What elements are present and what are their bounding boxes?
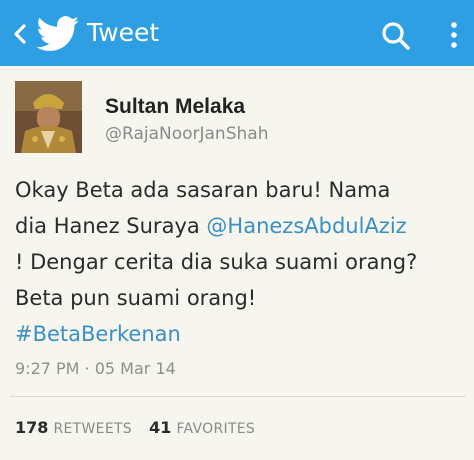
favorites-stat[interactable]: 41 FAVORITES	[149, 418, 255, 437]
screen-title: Tweet	[87, 18, 160, 47]
tweet-stats: 178 RETWEETS 41 FAVORITES	[15, 418, 267, 437]
mention-link[interactable]: @HanezsAbdulAziz	[206, 214, 406, 238]
chevron-left-icon	[14, 24, 26, 44]
tweet-text-line: Okay Beta ada sasaran baru! Nama	[15, 178, 391, 202]
search-button[interactable]	[376, 16, 416, 56]
more-vertical-icon	[451, 22, 457, 48]
tweet-detail-screen: Tweet Sultan Melaka @RajaNoorJanShah Oka…	[0, 0, 474, 460]
divider	[10, 396, 466, 397]
favorites-count: 41	[149, 418, 172, 437]
overflow-menu-button[interactable]	[440, 16, 468, 56]
tweet-text-fragment: dia Hanez Suraya	[15, 214, 207, 238]
back-button[interactable]	[6, 14, 86, 54]
retweets-label: RETWEETS	[53, 421, 132, 437]
tweet-text-line: #BetaBerkenan	[15, 316, 465, 352]
tweet-text: Okay Beta ada sasaran baru! Nama dia Han…	[15, 172, 465, 352]
tweet-text-line: dia Hanez Suraya @HanezsAbdulAziz	[15, 208, 465, 244]
author-handle[interactable]: @RajaNoorJanShah	[105, 124, 268, 144]
tweet-text-line: ! Dengar cerita dia suka suami orang?	[15, 250, 418, 274]
hashtag-link[interactable]: #BetaBerkenan	[15, 322, 181, 346]
tweet-text-line: Beta pun suami orang!	[15, 286, 257, 310]
favorites-label: FAVORITES	[176, 421, 256, 437]
avatar[interactable]	[15, 81, 82, 153]
search-icon	[382, 22, 410, 50]
app-bar: Tweet	[0, 0, 474, 66]
author-display-name[interactable]: Sultan Melaka	[105, 95, 245, 119]
tweet-timestamp: 9:27 PM · 05 Mar 14	[15, 359, 176, 378]
retweets-stat[interactable]: 178 RETWEETS	[15, 418, 132, 437]
retweets-count: 178	[15, 418, 49, 437]
avatar-image	[15, 81, 82, 153]
twitter-bird-icon	[36, 16, 79, 51]
